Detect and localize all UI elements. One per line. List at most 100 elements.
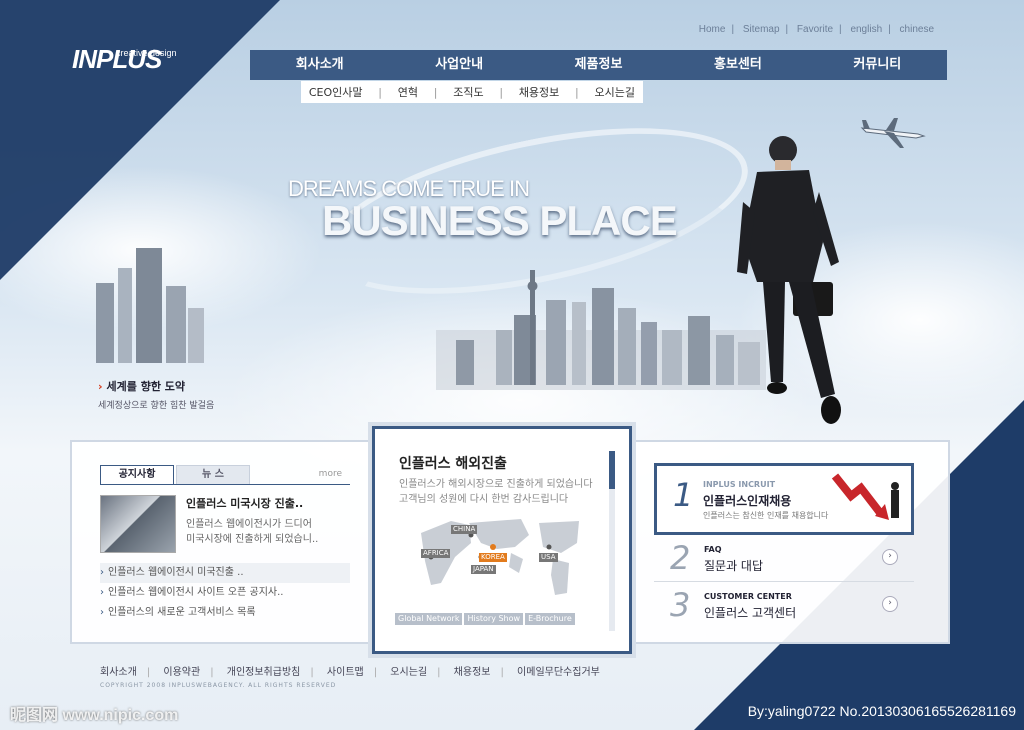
list-item[interactable]: › 인플러스 웹에이전시 미국진출 .. xyxy=(100,563,350,583)
overseas-box: 인플러스 해외진출 인플러스가 해외시장으로 진출하게 되었습니다 고객님의 성… xyxy=(372,426,632,654)
list-item-text: 인플러스 웹에이전시 사이트 오픈 공지사.. xyxy=(108,587,284,598)
map-label-africa[interactable]: AFRICA xyxy=(421,549,451,558)
footer-links: 회사소개 | 이용약관 | 개인정보취급방침 | 사이트맵 | 오시는길 | 채용정보 | … xyxy=(100,663,610,678)
sky-caption-subtitle: 세계정상으로 향한 힘찬 발걸음 xyxy=(98,401,215,411)
featured-thumbnail xyxy=(100,495,176,553)
footer-divider: | xyxy=(437,667,441,678)
map-label-usa[interactable]: USA xyxy=(539,553,558,562)
footer-link[interactable]: 이메일무단수집거부 xyxy=(517,667,600,678)
recruit-subtitle: INPLUS INCRUIT xyxy=(703,480,776,489)
sky-caption-title: › 세계를 향한 도약 xyxy=(98,378,214,394)
chevron-right-icon[interactable]: › xyxy=(882,549,898,565)
top-link-home[interactable]: Home xyxy=(699,24,726,35)
caption-arrow-icon: › xyxy=(98,380,103,393)
nav-item-community[interactable]: 커뮤니티 xyxy=(808,50,947,80)
subnav-divider: | xyxy=(433,85,438,99)
faq-number: 2 xyxy=(670,539,691,577)
nav-item-pr-center[interactable]: 홍보센터 xyxy=(668,50,807,80)
chevron-right-icon[interactable]: › xyxy=(882,596,898,612)
nav-item-company[interactable]: 회사소개 xyxy=(250,50,389,80)
history-show-button[interactable]: History Show xyxy=(464,613,524,625)
subnav-item-location[interactable]: 오시는길 xyxy=(595,84,635,100)
copyright-text: COPYRIGHT 2008 INPLUSWEBAGENCY. ALL RIGH… xyxy=(100,682,337,689)
faq-link[interactable]: 2 FAQ 질문과 대답 › xyxy=(654,535,914,582)
overseas-buttons: Global Network History Show E-Brochure xyxy=(395,613,575,625)
businessman-image xyxy=(737,136,841,424)
subnav-item-organization[interactable]: 조직도 xyxy=(453,84,483,100)
footer-divider: | xyxy=(146,667,151,678)
faq-subtitle: FAQ xyxy=(704,545,722,554)
subnav-divider: | xyxy=(499,85,504,99)
recruit-number: 1 xyxy=(673,476,694,514)
recruit-banner[interactable]: 1 INPLUS INCRUIT 인플러스인재채용 인플러스는 참신한 인재를 … xyxy=(654,463,914,535)
left-skyline-image xyxy=(96,248,204,363)
notice-board: 공지사항 뉴 스 more 인플러스 미국시장 진출.. 인플러스 웹에이전시가… xyxy=(100,465,350,623)
subnav-item-ceo[interactable]: CEO인사말 xyxy=(309,84,363,100)
top-link-sitemap[interactable]: Sitemap xyxy=(743,24,780,35)
hero-headline: BUSINESS PLACE xyxy=(322,197,678,244)
featured-body-line: 인플러스 웹에이전시가 드디어 xyxy=(186,519,312,530)
notice-tabs: 공지사항 뉴 스 more xyxy=(100,465,350,485)
bullet-icon: › xyxy=(100,567,104,578)
right-quick-links: 1 INPLUS INCRUIT 인플러스인재채용 인플러스는 참신한 인재를 … xyxy=(654,463,914,628)
list-item-text: 인플러스의 새로운 고객서비스 목록 xyxy=(108,607,256,618)
top-link-english[interactable]: english xyxy=(850,24,882,35)
nav-item-business[interactable]: 사업안내 xyxy=(389,50,528,80)
footer-link[interactable]: 채용정보 xyxy=(454,667,491,678)
global-network-button[interactable]: Global Network xyxy=(395,613,463,625)
airplane-image xyxy=(860,118,926,148)
list-item-text: 인플러스 웹에이전시 미국진출 .. xyxy=(108,567,244,578)
main-nav: 회사소개 사업안내 제품정보 홍보센터 커뮤니티 xyxy=(250,50,947,80)
footer-divider: | xyxy=(373,667,378,678)
featured-text: 인플러스 미국시장 진출.. 인플러스 웹에이전시가 드디어 미국시장에 진출하… xyxy=(186,495,318,553)
subnav-item-history[interactable]: 연혁 xyxy=(398,84,418,100)
footer-link[interactable]: 사이트맵 xyxy=(327,667,364,678)
bullet-icon: › xyxy=(100,607,104,618)
featured-body: 인플러스 웹에이전시가 드디어 미국시장에 진출하게 되었습니.. xyxy=(186,517,318,547)
footer-divider: | xyxy=(500,667,504,678)
footer-divider: | xyxy=(310,667,314,678)
customer-title: 인플러스 고객센터 xyxy=(704,606,797,620)
featured-notice[interactable]: 인플러스 미국시장 진출.. 인플러스 웹에이전시가 드디어 미국시장에 진출하… xyxy=(100,495,350,553)
overseas-description: 인플러스가 해외시장으로 진출하게 되었습니다 고객님의 성원에 다시 한번 감… xyxy=(399,477,593,507)
map-label-korea[interactable]: KOREA xyxy=(479,553,507,562)
faq-title: 질문과 대답 xyxy=(704,559,764,573)
recruit-description: 인플러스는 참신한 인재를 채용합니다 xyxy=(703,511,829,520)
e-brochure-button[interactable]: E-Brochure xyxy=(525,613,575,625)
sky-caption-title-text: 세계를 향한 도약 xyxy=(106,380,186,393)
tab-news[interactable]: 뉴 스 xyxy=(176,465,250,484)
sub-nav: CEO인사말 | 연혁 | 조직도 | 채용정보 | 오시는길 xyxy=(301,81,643,103)
more-link[interactable]: more xyxy=(319,469,342,479)
subnav-divider: | xyxy=(575,85,579,99)
tab-notice[interactable]: 공지사항 xyxy=(100,465,174,484)
overseas-scrollbar[interactable] xyxy=(609,451,615,631)
customer-number: 3 xyxy=(670,586,691,624)
map-label-china[interactable]: CHINA xyxy=(451,525,478,534)
customer-center-link[interactable]: 3 CUSTOMER CENTER 인플러스 고객센터 › xyxy=(654,582,914,628)
footer-link[interactable]: 회사소개 xyxy=(100,667,137,678)
overseas-desc-line: 고객님의 성원에 다시 한번 감사드립니다 xyxy=(399,494,569,505)
top-utility-links: Home | Sitemap | Favorite | english | chines… xyxy=(698,24,934,35)
footer-link[interactable]: 개인정보취급방침 xyxy=(227,667,301,678)
customer-subtitle: CUSTOMER CENTER xyxy=(704,592,792,601)
subnav-item-recruit[interactable]: 채용정보 xyxy=(519,84,559,100)
logo-tagline: creative design xyxy=(116,48,177,58)
brand-logo[interactable]: creative design INPLUS xyxy=(72,44,177,75)
rising-arrow-icon xyxy=(831,473,899,520)
footer-link[interactable]: 오시는길 xyxy=(390,667,427,678)
overseas-title: 인플러스 해외진출 xyxy=(399,456,507,472)
top-link-favorite[interactable]: Favorite xyxy=(797,24,833,35)
nav-item-products[interactable]: 제품정보 xyxy=(529,50,668,80)
map-label-japan[interactable]: JAPAN xyxy=(471,565,496,574)
center-skyline-image xyxy=(436,270,766,390)
watermark-right: By:yaling0722 No.20130306165526281169 xyxy=(747,703,1016,719)
top-link-chinese[interactable]: chinese xyxy=(900,24,934,35)
list-item[interactable]: › 인플러스의 새로운 고객서비스 목록 xyxy=(100,603,350,623)
scrollbar-thumb[interactable] xyxy=(609,451,615,489)
list-item[interactable]: › 인플러스 웹에이전시 사이트 오픈 공지사.. xyxy=(100,583,350,603)
overseas-desc-line: 인플러스가 해외시장으로 진출하게 되었습니다 xyxy=(399,479,593,490)
notice-list: › 인플러스 웹에이전시 미국진출 .. › 인플러스 웹에이전시 사이트 오픈 공… xyxy=(100,563,350,623)
sky-caption: › 세계를 향한 도약 세계정상으로 향한 힘찬 발걸음 xyxy=(98,378,214,411)
recruit-title: 인플러스인재채용 xyxy=(703,494,792,508)
footer-link[interactable]: 이용약관 xyxy=(163,667,200,678)
